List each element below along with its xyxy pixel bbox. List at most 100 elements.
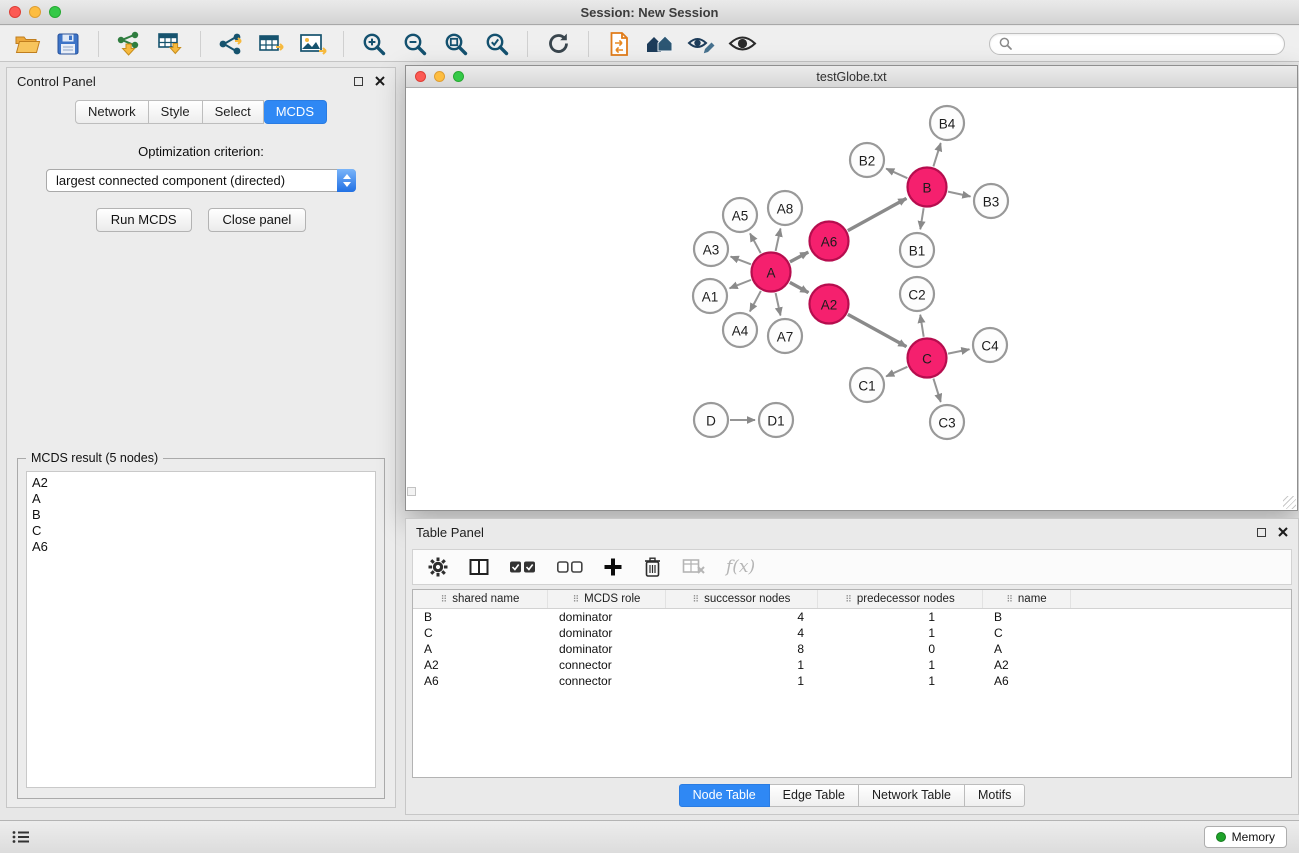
graph-node-C1[interactable]: C1 — [850, 368, 884, 402]
graph-edge-A-A8[interactable] — [776, 229, 781, 251]
table-cell[interactable]: connector — [548, 657, 666, 673]
table-cell[interactable]: 1 — [818, 673, 983, 689]
column-header[interactable]: ⠿name — [983, 590, 1071, 608]
graph-edge-A6-B[interactable] — [848, 198, 907, 230]
mcds-result-item[interactable]: B — [32, 507, 370, 523]
tab-motifs[interactable]: Motifs — [965, 784, 1025, 807]
graph-node-C[interactable]: C — [908, 339, 947, 378]
save-session-button[interactable] — [51, 29, 85, 59]
graph-edge-A-A5[interactable] — [750, 233, 761, 253]
table-cell[interactable]: C — [983, 625, 1071, 641]
tab-node-table[interactable]: Node Table — [679, 784, 770, 807]
close-panel-icon[interactable] — [375, 76, 385, 86]
tab-select[interactable]: Select — [203, 100, 264, 124]
deselect-all-icon[interactable] — [556, 558, 583, 576]
network-canvas[interactable]: B4B2BB3A8A5A6B1A3AC2A1A2A4A7C4CC1C3DD1 — [406, 89, 1297, 510]
table-cell[interactable]: 8 — [666, 641, 818, 657]
table-row[interactable]: Adominator80A — [413, 641, 1291, 657]
table-row[interactable]: A2connector11A2 — [413, 657, 1291, 673]
table-cell[interactable]: A — [983, 641, 1071, 657]
table-cell[interactable]: 1 — [666, 657, 818, 673]
import-table-button[interactable] — [153, 29, 187, 59]
table-cell[interactable]: C — [413, 625, 548, 641]
graph-node-A5[interactable]: A5 — [723, 198, 757, 232]
table-cell[interactable]: 1 — [818, 625, 983, 641]
table-row[interactable]: Cdominator41C — [413, 625, 1291, 641]
graph-edge-C-C2[interactable] — [920, 315, 923, 337]
tab-mcds[interactable]: MCDS — [264, 100, 327, 124]
select-all-icon[interactable] — [509, 558, 536, 576]
table-row[interactable]: A6connector11A6 — [413, 673, 1291, 689]
graph-edge-A-A1[interactable] — [730, 280, 751, 288]
tab-network[interactable]: Network — [75, 100, 149, 124]
graph-node-A1[interactable]: A1 — [693, 279, 727, 313]
minimize-network-window-button[interactable] — [434, 71, 445, 82]
column-header[interactable]: ⠿MCDS role — [548, 590, 666, 608]
zoom-selected-button[interactable] — [480, 29, 514, 59]
table-cell[interactable]: dominator — [548, 641, 666, 657]
table-cell[interactable]: B — [413, 609, 548, 625]
table-cell[interactable]: A6 — [983, 673, 1071, 689]
graph-edge-B-B1[interactable] — [920, 208, 923, 229]
graph-node-B2[interactable]: B2 — [850, 143, 884, 177]
export-table-button[interactable] — [255, 29, 289, 59]
add-column-icon[interactable] — [603, 557, 623, 577]
graph-edge-A-A3[interactable] — [731, 257, 751, 265]
table-cell[interactable]: dominator — [548, 609, 666, 625]
import-network-button[interactable] — [112, 29, 146, 59]
table-cell[interactable]: A — [413, 641, 548, 657]
graph-node-A6[interactable]: A6 — [810, 222, 849, 261]
graph-edge-A2-C[interactable] — [848, 314, 907, 346]
graphics-details-button[interactable] — [684, 29, 718, 59]
graph-node-A7[interactable]: A7 — [768, 319, 802, 353]
table-cell[interactable]: A6 — [413, 673, 548, 689]
duplicate-network-button[interactable] — [602, 29, 636, 59]
table-row[interactable]: Bdominator41B — [413, 609, 1291, 625]
run-mcds-button[interactable]: Run MCDS — [96, 208, 192, 232]
search-field[interactable] — [989, 33, 1285, 55]
zoom-network-window-button[interactable] — [453, 71, 464, 82]
open-file-button[interactable] — [10, 29, 44, 59]
mcds-result-item[interactable]: A — [32, 491, 370, 507]
graph-edge-C-C1[interactable] — [886, 367, 907, 377]
graph-edge-A-A4[interactable] — [750, 291, 761, 312]
table-cell[interactable]: 0 — [818, 641, 983, 657]
graph-node-A2[interactable]: A2 — [810, 285, 849, 324]
gear-icon[interactable] — [427, 556, 449, 578]
graph-node-C4[interactable]: C4 — [973, 328, 1007, 362]
table-cell[interactable]: dominator — [548, 625, 666, 641]
optimization-criterion-dropdown[interactable]: largest connected component (directed) — [46, 169, 356, 192]
zoom-fit-button[interactable] — [439, 29, 473, 59]
export-image-button[interactable] — [296, 29, 330, 59]
graph-node-B1[interactable]: B1 — [900, 233, 934, 267]
graph-edge-B-B4[interactable] — [933, 143, 940, 166]
graph-edge-A-A7[interactable] — [776, 293, 781, 315]
minimize-window-button[interactable] — [29, 6, 41, 18]
graph-node-B4[interactable]: B4 — [930, 106, 964, 140]
close-panel-button[interactable]: Close panel — [208, 208, 307, 232]
table-cell[interactable]: B — [983, 609, 1071, 625]
graph-node-B3[interactable]: B3 — [974, 184, 1008, 218]
graph-node-A[interactable]: A — [752, 253, 791, 292]
graph-edge-A-A2[interactable] — [790, 282, 809, 292]
column-header[interactable]: ⠿predecessor nodes — [818, 590, 983, 608]
graph-edge-C-C4[interactable] — [948, 349, 969, 353]
column-view-icon[interactable] — [469, 558, 489, 576]
graph-node-A8[interactable]: A8 — [768, 191, 802, 225]
network-window-titlebar[interactable]: testGlobe.txt — [406, 66, 1297, 88]
graph-node-D1[interactable]: D1 — [759, 403, 793, 437]
mcds-result-item[interactable]: A2 — [32, 475, 370, 491]
birdseye-toggle[interactable] — [407, 487, 416, 496]
table-cell[interactable]: 1 — [818, 657, 983, 673]
graph-node-C3[interactable]: C3 — [930, 405, 964, 439]
panel-list-icon[interactable] — [12, 830, 30, 844]
table-cell[interactable]: 4 — [666, 625, 818, 641]
delete-column-icon[interactable] — [643, 556, 662, 578]
graph-edge-B-B3[interactable] — [948, 192, 970, 197]
float-panel-icon[interactable] — [354, 77, 363, 86]
table-cell[interactable]: A2 — [983, 657, 1071, 673]
graph-edge-A-A6[interactable] — [790, 252, 808, 262]
resize-grip-icon[interactable] — [1283, 496, 1296, 509]
close-window-button[interactable] — [9, 6, 21, 18]
memory-button[interactable]: Memory — [1204, 826, 1287, 848]
